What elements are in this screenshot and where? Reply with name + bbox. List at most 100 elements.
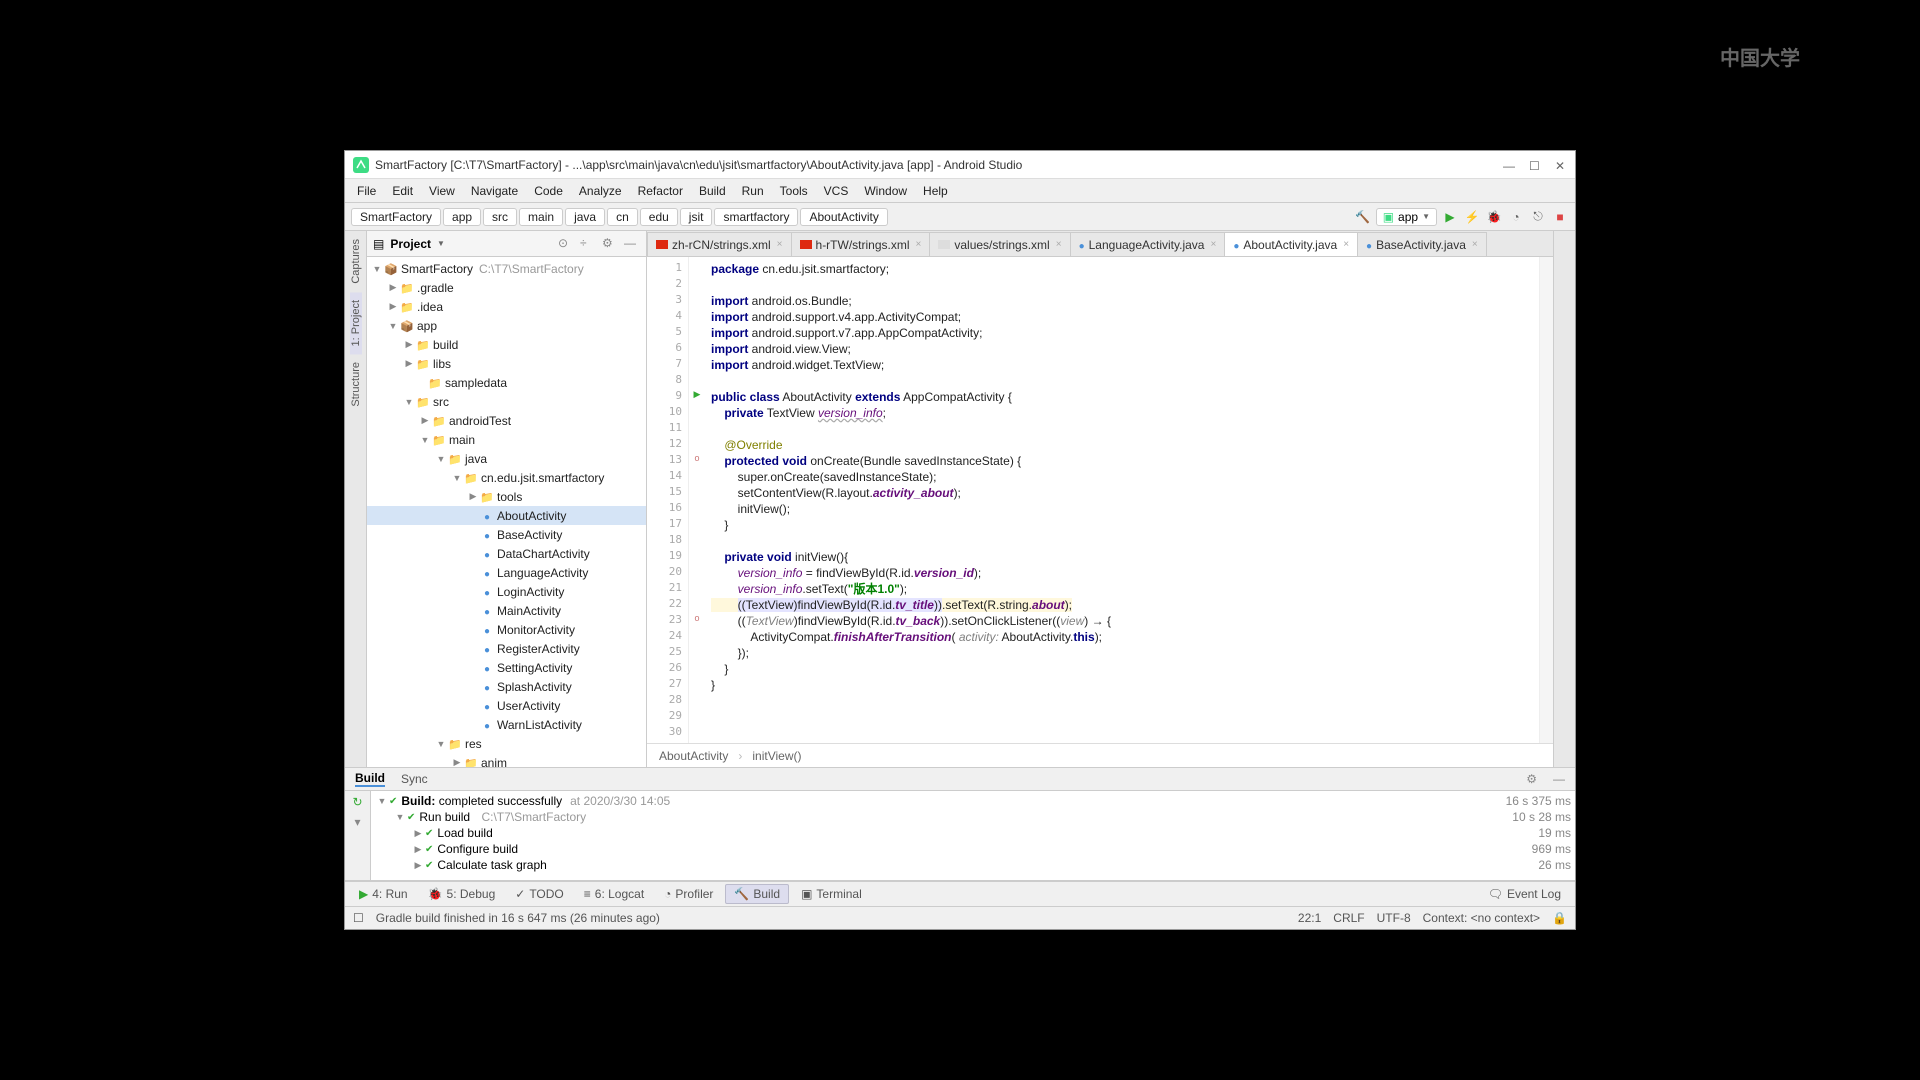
menu-tools[interactable]: Tools: [772, 182, 816, 200]
crumb[interactable]: app: [443, 208, 481, 226]
gear-icon[interactable]: ⚙: [1526, 772, 1537, 786]
menu-window[interactable]: Window: [856, 182, 915, 200]
line-sep[interactable]: CRLF: [1333, 911, 1364, 925]
crumb[interactable]: edu: [640, 208, 678, 226]
close-icon[interactable]: ×: [916, 239, 922, 250]
refresh-icon[interactable]: ↻: [352, 795, 362, 809]
close-icon[interactable]: ×: [1056, 239, 1062, 250]
tw-profiler[interactable]: ◔Profiler: [656, 885, 721, 903]
run-icon[interactable]: ▶: [1441, 208, 1459, 226]
tree-item[interactable]: .idea: [415, 300, 443, 314]
tree-item[interactable]: LoginActivity: [495, 585, 564, 599]
menu-refactor[interactable]: Refactor: [630, 182, 691, 200]
filter-icon[interactable]: ▾: [354, 815, 360, 829]
project-tree[interactable]: ▼SmartFactoryC:\T7\SmartFactory ▶.gradle…: [367, 257, 646, 767]
tab-strings-tw[interactable]: h-rTW/strings.xml×: [791, 232, 931, 256]
tree-item[interactable]: res: [463, 737, 482, 751]
scroll-icon[interactable]: ÷: [580, 236, 596, 252]
minimize-icon[interactable]: —: [1503, 159, 1515, 171]
maximize-icon[interactable]: ☐: [1529, 159, 1541, 171]
tree-item[interactable]: main: [447, 433, 475, 447]
project-header[interactable]: Project: [390, 237, 431, 251]
attach-icon[interactable]: ⎋: [1529, 208, 1547, 226]
menu-file[interactable]: File: [349, 182, 384, 200]
crumb[interactable]: jsit: [680, 208, 713, 226]
tree-item[interactable]: LanguageActivity: [495, 566, 588, 580]
tree-item[interactable]: anim: [479, 756, 507, 768]
tree-item[interactable]: BaseActivity: [495, 528, 562, 542]
tree-item[interactable]: MonitorActivity: [495, 623, 575, 637]
menu-code[interactable]: Code: [526, 182, 571, 200]
close-icon[interactable]: ×: [1343, 239, 1349, 250]
tree-item[interactable]: RegisterActivity: [495, 642, 580, 656]
tab-language[interactable]: LanguageActivity.java×: [1070, 232, 1226, 256]
crumb-root[interactable]: SmartFactory: [351, 208, 441, 226]
tree-item[interactable]: SettingActivity: [495, 661, 572, 675]
menu-edit[interactable]: Edit: [384, 182, 421, 200]
make-icon[interactable]: 🔨: [1354, 208, 1372, 226]
caret-position[interactable]: 22:1: [1298, 911, 1321, 925]
build-tab-build[interactable]: Build: [355, 771, 385, 787]
context[interactable]: Context: <no context>: [1423, 911, 1540, 925]
build-tab-sync[interactable]: Sync: [401, 772, 428, 786]
tw-todo[interactable]: ✓TODO: [507, 885, 572, 903]
tree-item[interactable]: cn.edu.jsit.smartfactory: [479, 471, 604, 485]
profile-icon[interactable]: ◔: [1507, 208, 1525, 226]
tree-item[interactable]: SplashActivity: [495, 680, 572, 694]
crumb-current[interactable]: AboutActivity: [800, 208, 887, 226]
tw-debug[interactable]: 🐞5: Debug: [420, 885, 504, 903]
crumb[interactable]: cn: [607, 208, 638, 226]
close-icon[interactable]: ✕: [1555, 159, 1567, 171]
captures-tab[interactable]: Captures: [350, 231, 362, 292]
menu-build[interactable]: Build: [691, 182, 734, 200]
tw-eventlog[interactable]: 🗨Event Log: [1480, 885, 1569, 903]
tab-strings-values[interactable]: values/strings.xml×: [929, 232, 1070, 256]
encoding[interactable]: UTF-8: [1377, 911, 1411, 925]
tab-base[interactable]: BaseActivity.java×: [1357, 232, 1487, 256]
debug-icon[interactable]: 🐞: [1485, 208, 1503, 226]
stop-icon[interactable]: ■: [1551, 208, 1569, 226]
menu-run[interactable]: Run: [734, 182, 772, 200]
crumb-method[interactable]: initView(): [752, 749, 801, 763]
status-icon[interactable]: ☐: [353, 911, 364, 925]
tree-item[interactable]: libs: [431, 357, 451, 371]
tree-item[interactable]: DataChartActivity: [495, 547, 590, 561]
apply-changes-icon[interactable]: ⚡: [1463, 208, 1481, 226]
close-icon[interactable]: ×: [1210, 239, 1216, 250]
tree-item[interactable]: src: [431, 395, 449, 409]
tree-item[interactable]: app: [415, 319, 437, 333]
tree-item[interactable]: build: [431, 338, 458, 352]
tree-root[interactable]: SmartFactory: [399, 262, 473, 276]
hide-icon[interactable]: —: [1553, 772, 1565, 786]
tree-item[interactable]: MainActivity: [495, 604, 561, 618]
crumb[interactable]: java: [565, 208, 605, 226]
lock-icon[interactable]: 🔒: [1552, 911, 1567, 925]
menu-navigate[interactable]: Navigate: [463, 182, 526, 200]
override-icon[interactable]: o: [689, 613, 705, 629]
chevron-down-icon[interactable]: ▼: [437, 239, 445, 248]
tree-item[interactable]: java: [463, 452, 487, 466]
tree-item[interactable]: androidTest: [447, 414, 511, 428]
menu-view[interactable]: View: [421, 182, 463, 200]
hide-icon[interactable]: —: [624, 236, 640, 252]
tree-item[interactable]: sampledata: [443, 376, 507, 390]
tree-item[interactable]: tools: [495, 490, 522, 504]
error-stripe[interactable]: [1539, 257, 1553, 743]
collapse-icon[interactable]: ⊙: [558, 236, 574, 252]
code-area[interactable]: package cn.edu.jsit.smartfactory; import…: [705, 257, 1539, 743]
structure-tab[interactable]: Structure: [350, 354, 362, 415]
tree-item[interactable]: UserActivity: [495, 699, 560, 713]
crumb[interactable]: smartfactory: [714, 208, 798, 226]
close-icon[interactable]: ×: [777, 239, 783, 250]
tw-logcat[interactable]: ≡6: Logcat: [576, 885, 652, 903]
tw-build[interactable]: 🔨Build: [725, 884, 789, 904]
close-icon[interactable]: ×: [1472, 239, 1478, 250]
menu-help[interactable]: Help: [915, 182, 956, 200]
crumb-class[interactable]: AboutActivity: [659, 749, 728, 763]
tab-about[interactable]: AboutActivity.java×: [1224, 232, 1358, 256]
tw-run[interactable]: ▶4: Run: [351, 885, 416, 903]
menu-vcs[interactable]: VCS: [816, 182, 857, 200]
project-tab[interactable]: 1: Project: [350, 292, 362, 354]
tab-strings-cn[interactable]: zh-rCN/strings.xml×: [647, 232, 792, 256]
crumb[interactable]: main: [519, 208, 563, 226]
